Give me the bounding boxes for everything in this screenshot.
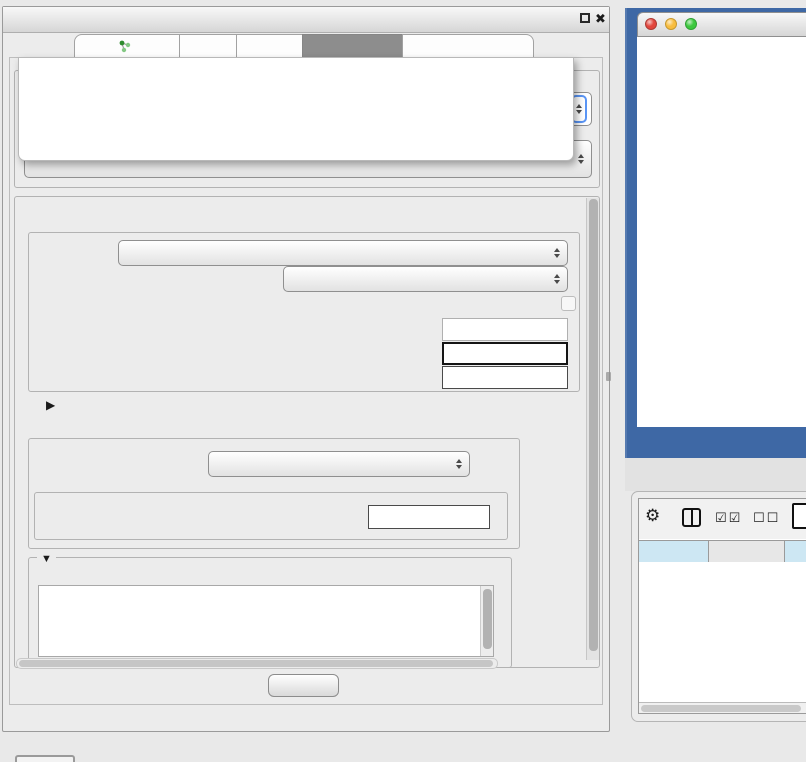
table-header-row bbox=[639, 540, 806, 562]
expand-triangle-icon[interactable]: ▶ bbox=[46, 398, 55, 412]
table-rows bbox=[639, 562, 806, 702]
tab-style[interactable] bbox=[179, 34, 237, 58]
attribute-list-scrollbar[interactable] bbox=[480, 586, 493, 656]
network-canvas[interactable] bbox=[637, 37, 806, 427]
apply-button[interactable] bbox=[268, 674, 339, 697]
screen: ✖ ▶ bbox=[0, 0, 806, 762]
split-columns-icon[interactable] bbox=[682, 508, 701, 527]
column-header-partial[interactable] bbox=[785, 541, 806, 563]
dropdown-item-4[interactable] bbox=[20, 138, 568, 154]
dropdown-item-5[interactable] bbox=[20, 154, 568, 170]
mi-steps-field[interactable] bbox=[442, 366, 568, 389]
column-header-name[interactable] bbox=[709, 541, 785, 563]
table-panel-titlebar[interactable] bbox=[625, 458, 806, 491]
combo-stepper[interactable] bbox=[550, 274, 563, 284]
settings-vertical-scrollbar[interactable] bbox=[586, 198, 599, 660]
table-horizontal-scrollbar[interactable] bbox=[639, 702, 806, 713]
panel-splitter-handle[interactable] bbox=[606, 372, 611, 381]
dropdown-item-0[interactable] bbox=[20, 74, 568, 90]
mac-close-button[interactable] bbox=[645, 18, 657, 30]
unchecked-pair-icon[interactable]: ☐☐ bbox=[753, 510, 780, 526]
combo-stepper[interactable] bbox=[574, 154, 587, 164]
dropdown-item-3[interactable] bbox=[20, 122, 568, 138]
attribute-list[interactable] bbox=[38, 585, 494, 657]
aracne-mode-combo[interactable] bbox=[118, 240, 568, 266]
mi-threshold-field[interactable] bbox=[368, 505, 490, 529]
sources-title[interactable]: ▼ bbox=[37, 550, 56, 567]
mac-minimize-button[interactable] bbox=[665, 18, 677, 30]
column-header-shared-name[interactable] bbox=[639, 541, 709, 563]
settings-horizontal-scrollbar[interactable] bbox=[16, 658, 498, 669]
dropdown-item-2[interactable] bbox=[20, 106, 568, 122]
partial-bottom-button[interactable] bbox=[15, 755, 75, 762]
hub-definition-toggle[interactable]: ▶ bbox=[40, 397, 55, 412]
checked-pair-icon[interactable]: ☑☑ bbox=[715, 510, 742, 526]
control-panel-titlebar[interactable] bbox=[3, 7, 609, 33]
collapse-triangle-icon[interactable]: ▼ bbox=[41, 553, 52, 565]
float-window-icon[interactable] bbox=[580, 13, 590, 23]
close-window-icon[interactable]: ✖ bbox=[595, 11, 606, 27]
tab-select[interactable] bbox=[236, 34, 303, 58]
tab-cyni-toolbox[interactable] bbox=[302, 34, 403, 58]
mi-type-combo[interactable] bbox=[283, 266, 568, 292]
combo-stepper[interactable] bbox=[452, 459, 465, 469]
document-icon[interactable] bbox=[792, 503, 806, 529]
tab-jactivemnodules[interactable] bbox=[402, 34, 534, 58]
tab-network[interactable] bbox=[74, 34, 180, 58]
manual-kernel-checkbox[interactable] bbox=[561, 296, 576, 311]
mac-zoom-button[interactable] bbox=[685, 18, 697, 30]
network-window-titlebar[interactable] bbox=[637, 12, 806, 37]
dropdown-item-1[interactable] bbox=[20, 90, 568, 106]
kernel-width-field[interactable] bbox=[442, 318, 568, 341]
which-threshold-combo[interactable] bbox=[208, 451, 470, 477]
gear-icon[interactable]: ⚙ bbox=[645, 506, 660, 526]
network-tab-icon bbox=[118, 40, 131, 53]
combo-stepper[interactable] bbox=[550, 248, 563, 258]
dpi-tolerance-field[interactable] bbox=[442, 342, 568, 365]
